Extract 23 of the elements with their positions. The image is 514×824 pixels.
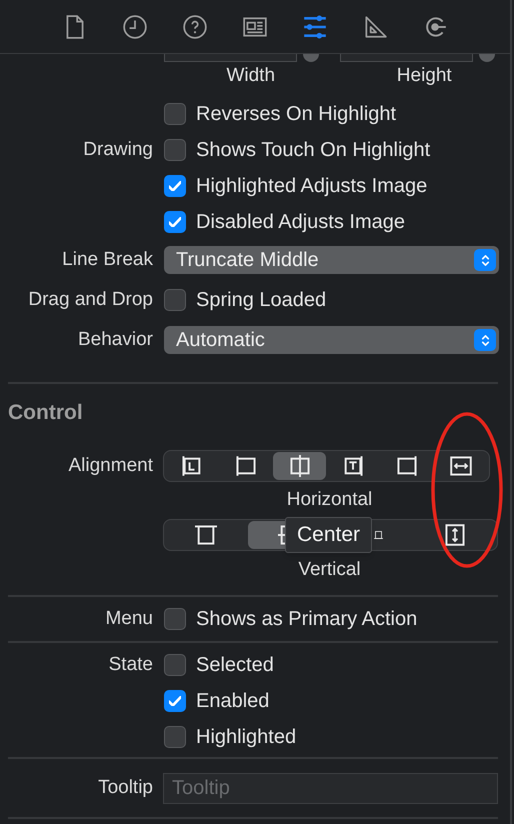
field-caption: Height xyxy=(396,64,453,88)
checkbox-label: Enabled xyxy=(196,689,270,714)
field-label: Tooltip xyxy=(98,776,153,800)
checkbox-label: Highlighted Adjusts Image xyxy=(196,174,428,199)
field-label: Drag and Drop xyxy=(28,288,153,312)
checkbox-label: Spring Loaded xyxy=(196,288,326,313)
tooltip: Center xyxy=(285,517,372,553)
checkbox-label: Highlighted xyxy=(196,725,296,750)
field-label: Menu xyxy=(105,606,153,631)
segment-caption: Vertical xyxy=(298,558,361,580)
checkbox-label: Shows Touch On Highlight xyxy=(196,138,430,163)
checkbox-label: Disabled Adjusts Image xyxy=(196,210,406,235)
field-label: State xyxy=(108,652,153,677)
field-caption: Width xyxy=(225,64,276,88)
checkbox-label: Reverses On Highlight xyxy=(196,102,396,127)
segment-caption: Horizontal xyxy=(286,489,372,510)
checkbox-label: Shows as Primary Action xyxy=(196,607,418,632)
field-label: Drawing xyxy=(83,138,153,162)
section-header: Control xyxy=(8,400,83,426)
checkbox-label: Selected xyxy=(196,653,274,678)
field-label: Line Break xyxy=(62,248,153,272)
field-label: Alignment xyxy=(68,454,153,478)
field-label: Behavior xyxy=(78,328,153,352)
